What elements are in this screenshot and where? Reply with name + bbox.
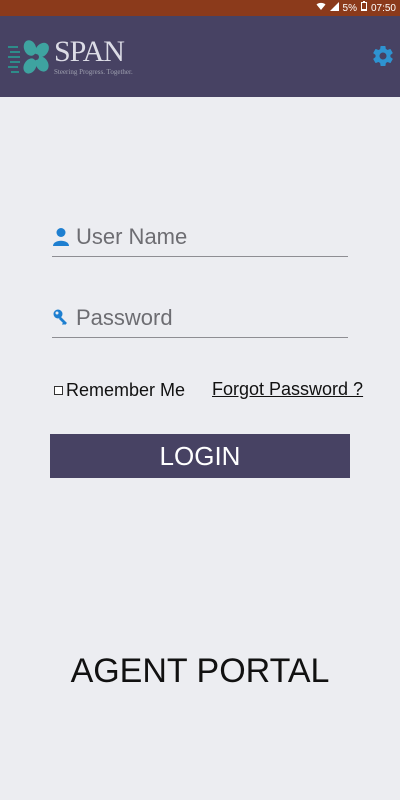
- clock: 07:50: [370, 2, 396, 14]
- settings-button[interactable]: [371, 44, 395, 68]
- logo-tagline: Steering Progress. Together.: [54, 68, 133, 76]
- user-icon: [52, 227, 70, 247]
- forgot-password-link[interactable]: Forgot Password ?: [212, 379, 363, 400]
- battery-percent: 5%: [342, 2, 357, 14]
- signal-icon: [329, 0, 339, 16]
- username-input[interactable]: [76, 219, 336, 254]
- password-field: [52, 298, 348, 338]
- checkbox-box[interactable]: [54, 385, 63, 395]
- remember-me-label: Remember Me: [66, 379, 186, 400]
- login-button[interactable]: LOGIN: [50, 434, 350, 478]
- battery-icon: [360, 0, 367, 16]
- remember-me-checkbox[interactable]: Remember Me: [54, 379, 185, 401]
- username-field: [52, 217, 348, 257]
- logo-wordmark: SPAN: [54, 35, 125, 68]
- gear-icon: [373, 46, 393, 67]
- portal-title: AGENT PORTAL: [70, 652, 330, 690]
- key-icon: [52, 308, 70, 328]
- wifi-icon: [316, 0, 326, 16]
- span-logo: SPAN Steering Progress. Together.: [8, 35, 133, 80]
- password-input[interactable]: [76, 300, 336, 335]
- status-bar: 5% 07:50: [0, 0, 400, 16]
- app-bar: SPAN Steering Progress. Together.: [0, 16, 400, 97]
- span-logo-icon: [8, 40, 49, 74]
